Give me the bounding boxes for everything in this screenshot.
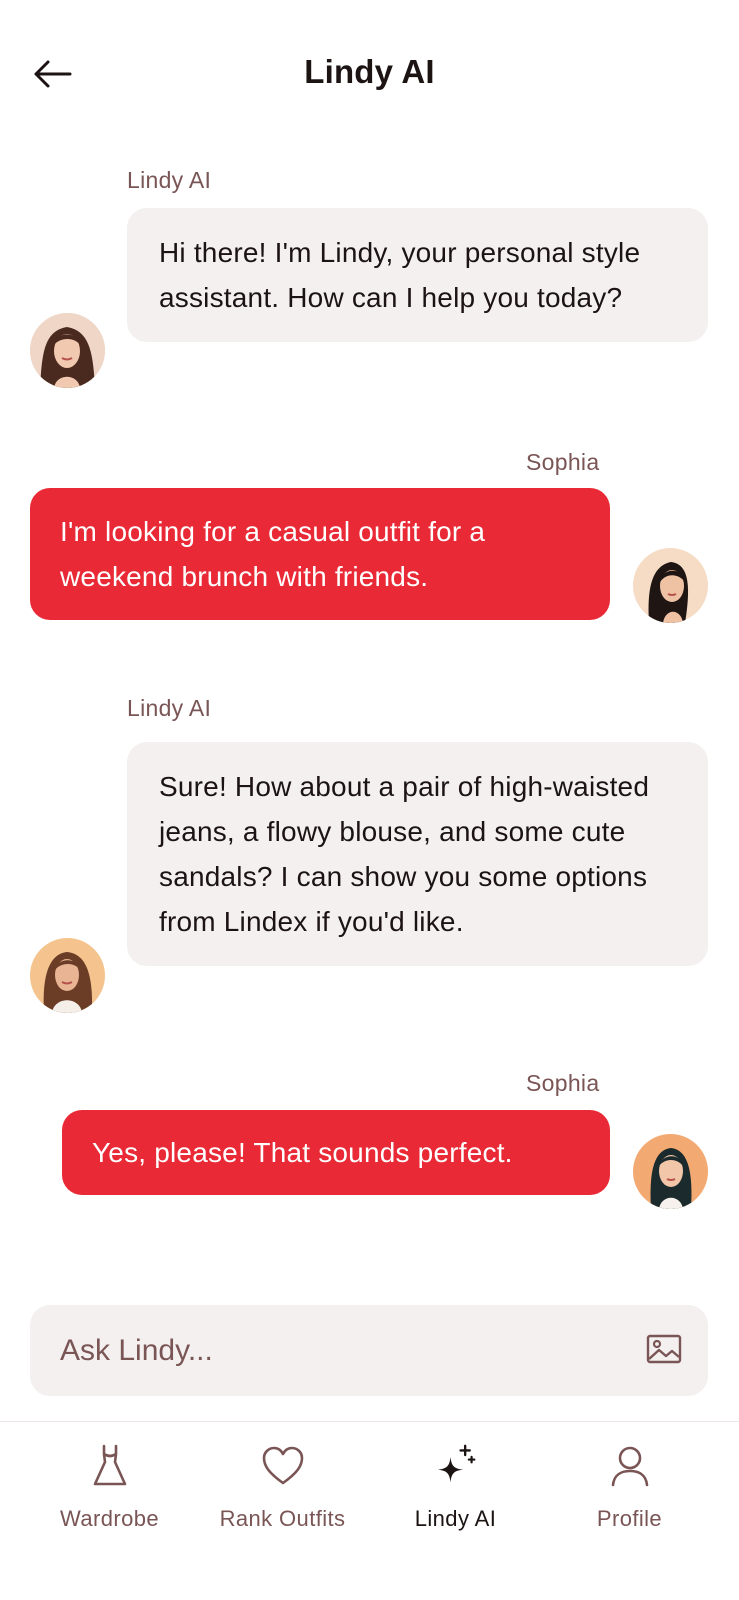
- heart-icon: [262, 1446, 303, 1485]
- message-sender: Lindy AI: [127, 695, 212, 721]
- nav-label: Profile: [596, 1506, 663, 1531]
- nav-item-wardrobe[interactable]: Wardrobe: [17, 1422, 202, 1552]
- chat-input[interactable]: [60, 1305, 620, 1396]
- nav-label: Lindy AI: [414, 1506, 497, 1531]
- image-icon: [646, 1334, 682, 1364]
- avatar: [633, 548, 708, 623]
- bottom-nav: Wardrobe Rank Outfits Lindy AI Profile: [0, 1422, 739, 1600]
- user-icon: [611, 1446, 648, 1487]
- app-header: Lindy AI: [0, 0, 739, 150]
- avatar: [633, 1134, 708, 1209]
- nav-label: Rank Outfits: [219, 1506, 346, 1531]
- message-sender: Lindy AI: [127, 167, 212, 193]
- message-bubble-user: I'm looking for a casual outfit for a we…: [30, 488, 610, 620]
- nav-item-lindy-ai[interactable]: Lindy AI: [363, 1422, 548, 1552]
- message-bubble-ai: Hi there! I'm Lindy, your personal style…: [127, 208, 708, 342]
- sparkles-icon: [437, 1444, 475, 1483]
- nav-item-rank-outfits[interactable]: Rank Outfits: [190, 1422, 375, 1552]
- message-sender: Sophia: [526, 449, 600, 475]
- avatar: [30, 938, 105, 1013]
- dress-icon: [93, 1444, 126, 1486]
- avatar: [30, 313, 105, 388]
- page-title: Lindy AI: [304, 53, 435, 90]
- message-bubble-user: Yes, please! That sounds perfect.: [62, 1110, 610, 1195]
- message-sender: Sophia: [526, 1070, 600, 1096]
- nav-item-profile[interactable]: Profile: [537, 1422, 722, 1552]
- nav-label: Wardrobe: [60, 1506, 159, 1531]
- attach-image-button[interactable]: [646, 1333, 682, 1367]
- message-bubble-ai: Sure! How about a pair of high-waisted j…: [127, 742, 708, 966]
- chat-thread: Lindy AI Hi there! I'm Lindy, your perso…: [0, 150, 739, 1290]
- chat-input-bar: [30, 1305, 708, 1396]
